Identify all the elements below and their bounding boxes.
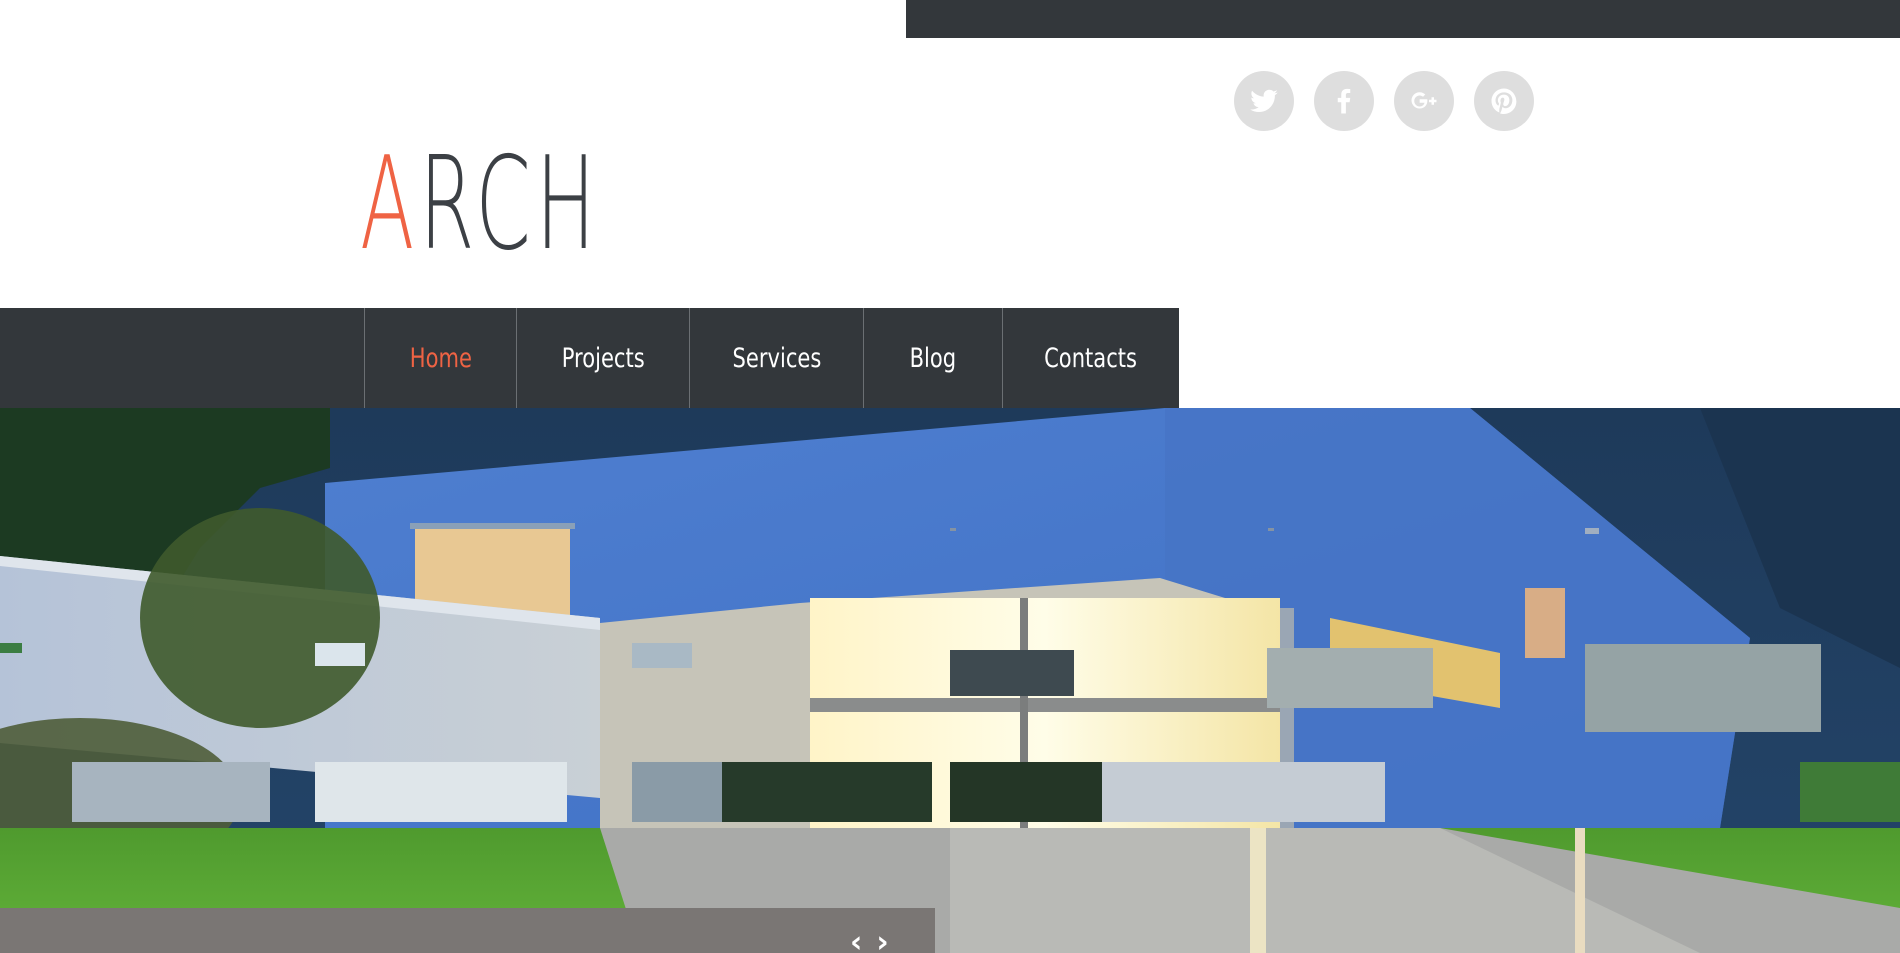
logo-accent-letter: A <box>360 130 420 279</box>
google-plus-button[interactable] <box>1394 71 1454 131</box>
logo-text: RCH <box>419 130 601 279</box>
house-illustration <box>0 408 1900 953</box>
main-nav: Home Projects Services Blog Contacts <box>364 308 1179 408</box>
hero-slider-image <box>0 408 1900 953</box>
twitter-icon <box>1250 89 1278 112</box>
slider-next-button[interactable]: › <box>876 928 888 953</box>
nav-item-services[interactable]: Services <box>689 308 863 408</box>
pinterest-button[interactable] <box>1474 71 1534 131</box>
nav-item-blog[interactable]: Blog <box>863 308 1002 408</box>
google-plus-icon <box>1411 92 1437 109</box>
site-logo[interactable]: ARCH <box>360 140 600 270</box>
social-links <box>1234 71 1534 131</box>
slider-prev-button[interactable]: ‹ <box>850 928 862 953</box>
pinterest-icon <box>1491 88 1517 114</box>
nav-item-contacts[interactable]: Contacts <box>1002 308 1179 408</box>
nav-item-home[interactable]: Home <box>364 308 516 408</box>
slider-controls: ‹ › <box>850 928 889 953</box>
slide-caption-bar <box>0 908 935 953</box>
nav-item-projects[interactable]: Projects <box>516 308 689 408</box>
top-bar <box>906 0 1900 38</box>
facebook-icon <box>1337 88 1351 114</box>
facebook-button[interactable] <box>1314 71 1374 131</box>
twitter-button[interactable] <box>1234 71 1294 131</box>
